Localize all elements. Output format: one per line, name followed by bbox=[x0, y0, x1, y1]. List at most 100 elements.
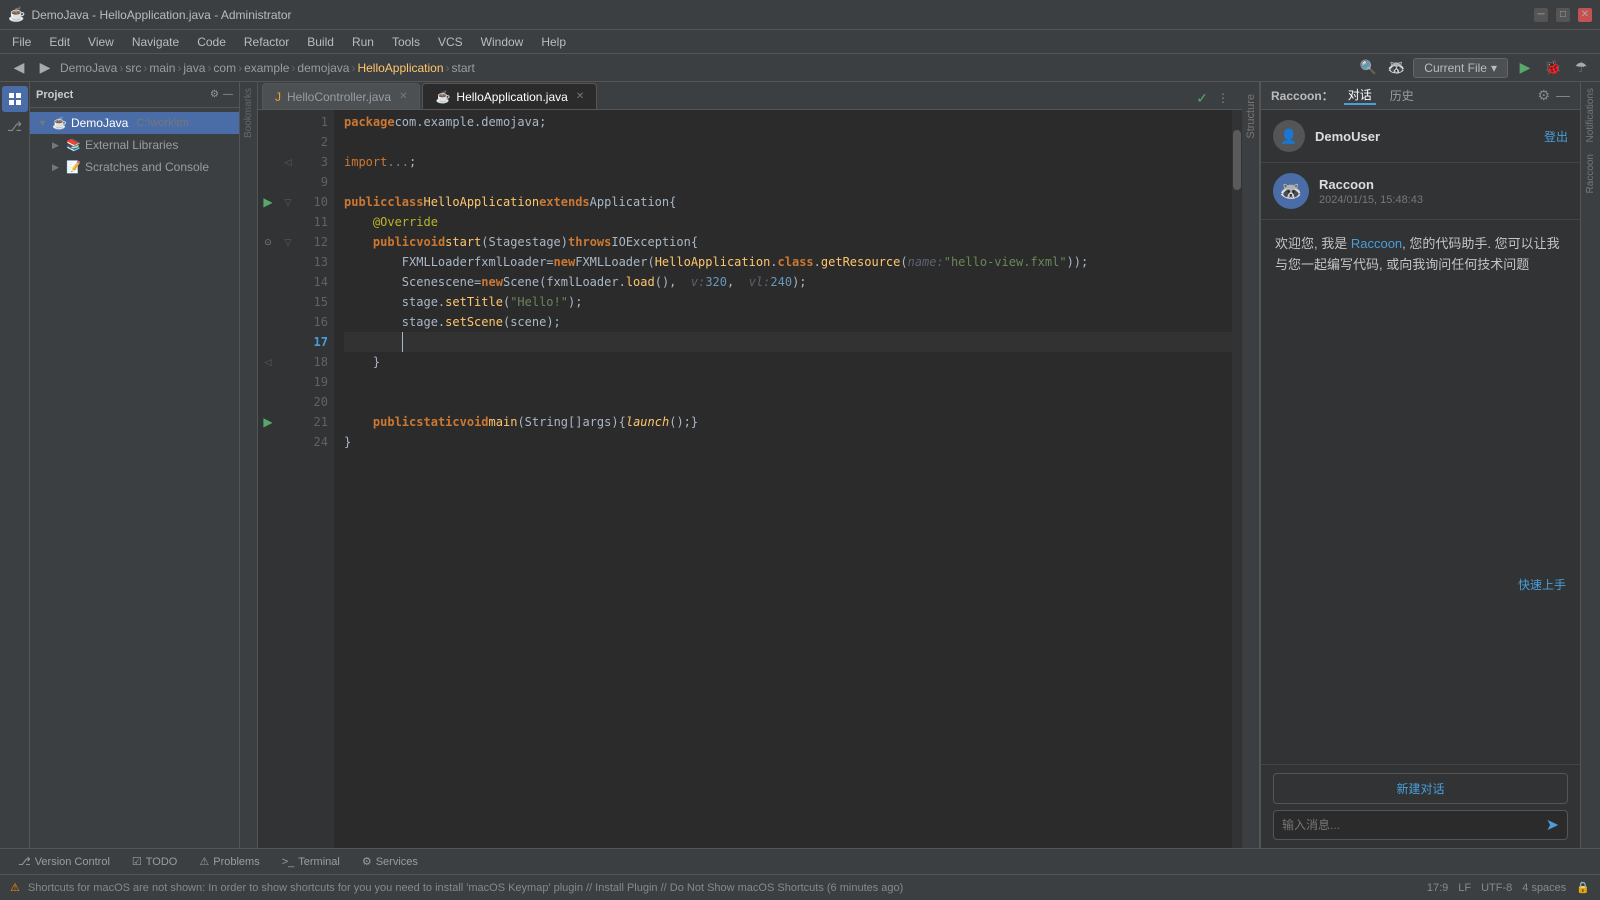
bookmarks-label[interactable]: Bookmarks bbox=[241, 86, 256, 140]
nav-forward-button[interactable]: ▶ bbox=[34, 57, 56, 79]
raccoon-tab-history[interactable]: 历史 bbox=[1386, 87, 1418, 104]
left-side-strip: ⎇ bbox=[0, 82, 30, 848]
menu-tools[interactable]: Tools bbox=[384, 33, 428, 51]
line-number-1: 1 bbox=[298, 115, 334, 129]
project-collapse-icon[interactable]: — bbox=[223, 89, 233, 100]
coverage-button[interactable]: ☂ bbox=[1570, 57, 1592, 79]
cursor-position[interactable]: 17:9 bbox=[1427, 882, 1448, 894]
breadcrumb-main[interactable]: main bbox=[149, 61, 175, 75]
new-chat-button[interactable]: 新建对话 bbox=[1273, 773, 1568, 804]
raccoon-bot-section: 🦝 Raccoon 2024/01/15, 15:48:43 bbox=[1261, 163, 1580, 220]
nav-search-button[interactable]: 🔍 bbox=[1357, 57, 1379, 79]
menu-window[interactable]: Window bbox=[473, 33, 532, 51]
project-panel-toggle[interactable] bbox=[2, 86, 28, 112]
tab-helloapplication-close[interactable]: ✕ bbox=[576, 91, 584, 102]
bottom-tab-vcs[interactable]: ⎇ Version Control bbox=[8, 851, 120, 873]
logout-button[interactable]: 登出 bbox=[1544, 128, 1568, 145]
scratches-item[interactable]: ▶ 📝 Scratches and Console bbox=[30, 156, 239, 178]
line-number-20: 20 bbox=[298, 395, 334, 409]
run-button[interactable]: ▶ bbox=[1514, 57, 1536, 79]
current-file-dropdown[interactable]: Current File ▾ bbox=[1413, 58, 1508, 78]
menu-help[interactable]: Help bbox=[533, 33, 574, 51]
menu-file[interactable]: File bbox=[4, 33, 39, 51]
menu-view[interactable]: View bbox=[80, 33, 122, 51]
code-line-21: public static void main(String[] args) {… bbox=[344, 412, 1232, 432]
debug-button[interactable]: 🐞 bbox=[1542, 57, 1564, 79]
bottom-tab-todo[interactable]: ☑ TODO bbox=[122, 851, 187, 873]
commit-panel-toggle[interactable]: ⎇ bbox=[2, 114, 28, 140]
breadcrumb-method[interactable]: start bbox=[452, 61, 475, 75]
tab-hellocontroller-close[interactable]: ✕ bbox=[399, 91, 407, 102]
menu-build[interactable]: Build bbox=[299, 33, 342, 51]
close-button[interactable]: ✕ bbox=[1578, 8, 1592, 22]
lock-icon: 🔒 bbox=[1576, 881, 1590, 894]
notifications-label[interactable]: Notifications bbox=[1583, 82, 1598, 148]
collapse-icon-12[interactable]: ▽ bbox=[278, 232, 298, 252]
menu-code[interactable]: Code bbox=[189, 33, 234, 51]
project-panel: Project ⚙ — ▼ ☕ DemoJava C:\work\tm ▶ 📚 … bbox=[30, 82, 240, 848]
line-number-21: 21 bbox=[298, 415, 334, 429]
raccoon-chat-area: 欢迎您, 我是 Raccoon, 您的代码助手. 您可以让我与您一起编写代码, … bbox=[1261, 220, 1580, 764]
external-libraries-item[interactable]: ▶ 📚 External Libraries bbox=[30, 134, 239, 156]
project-root-item[interactable]: ▼ ☕ DemoJava C:\work\tm bbox=[30, 112, 239, 134]
breadcrumb-src[interactable]: src bbox=[125, 61, 141, 75]
chevron-down-icon: ▾ bbox=[1491, 61, 1497, 75]
menu-refactor[interactable]: Refactor bbox=[236, 33, 297, 51]
nav-back-button[interactable]: ◀ bbox=[8, 57, 30, 79]
line-ending[interactable]: LF bbox=[1458, 882, 1471, 894]
chat-send-button[interactable]: ➤ bbox=[1546, 815, 1559, 835]
gutter-icon-2: · bbox=[278, 112, 298, 132]
tab-hellocontroller[interactable]: J HelloController.java ✕ bbox=[262, 83, 420, 109]
run-icon-10[interactable]: ▶ bbox=[258, 192, 278, 212]
project-root-label: DemoJava bbox=[71, 116, 128, 130]
minimize-button[interactable]: ─ bbox=[1534, 8, 1548, 22]
line-number-24: 24 bbox=[298, 435, 334, 449]
bottom-tab-terminal[interactable]: >_ Terminal bbox=[272, 851, 350, 873]
project-header-label: Project bbox=[36, 89, 73, 101]
collapse-icon-10[interactable]: ▽ bbox=[278, 192, 298, 212]
encoding[interactable]: UTF-8 bbox=[1481, 882, 1512, 894]
raccoon-settings-icon[interactable]: ⚙ bbox=[1537, 87, 1550, 104]
code-editor[interactable]: package com.example.demojava; import ...… bbox=[334, 110, 1232, 848]
structure-label[interactable]: Structure bbox=[1245, 86, 1257, 147]
recent-files-button[interactable]: ⋮ bbox=[1212, 87, 1234, 109]
editor-scrollbar[interactable] bbox=[1232, 110, 1242, 848]
indent-size[interactable]: 4 spaces bbox=[1522, 882, 1566, 894]
breadcrumb-example[interactable]: example bbox=[244, 61, 289, 75]
tab-helloapplication[interactable]: ☕ HelloApplication.java ✕ bbox=[422, 83, 597, 109]
nav-raccoon-button[interactable]: 🦝 bbox=[1385, 57, 1407, 79]
menu-run[interactable]: Run bbox=[344, 33, 382, 51]
bottom-tab-services[interactable]: ⚙ Services bbox=[352, 851, 428, 873]
breadcrumb-java[interactable]: java bbox=[183, 61, 205, 75]
breadcrumb: DemoJava › src › main › java › com › exa… bbox=[60, 61, 475, 75]
menu-vcs[interactable]: VCS bbox=[430, 33, 471, 51]
chat-input[interactable] bbox=[1282, 818, 1540, 832]
menu-navigate[interactable]: Navigate bbox=[124, 33, 187, 51]
code-line-17 bbox=[344, 332, 1232, 352]
raccoon-collapse-icon[interactable]: — bbox=[1556, 87, 1570, 104]
code-line-18: } bbox=[344, 352, 1232, 372]
run-icon-21[interactable]: ▶ bbox=[258, 412, 278, 432]
menu-edit[interactable]: Edit bbox=[41, 33, 78, 51]
project-settings-icon[interactable]: ⚙ bbox=[210, 89, 219, 100]
line-number-9: 9 bbox=[298, 175, 334, 189]
maximize-button[interactable]: □ bbox=[1556, 8, 1570, 22]
breadcrumb-app[interactable]: DemoJava bbox=[60, 61, 117, 75]
raccoon-name-highlight: Raccoon bbox=[1351, 236, 1402, 251]
code-line-13: FXMLLoader fxmlLoader = new FXMLLoader(H… bbox=[344, 252, 1232, 272]
breadcrumb-com[interactable]: com bbox=[213, 61, 236, 75]
breadcrumb-demojava[interactable]: demojava bbox=[297, 61, 349, 75]
services-icon: ⚙ bbox=[362, 855, 372, 868]
collapse-icon-3[interactable]: ◁ bbox=[278, 152, 298, 172]
far-right-strip: Notifications Raccoon bbox=[1580, 82, 1600, 848]
line-number-15: 15 bbox=[298, 295, 334, 309]
bottom-tab-problems[interactable]: ⚠ Problems bbox=[189, 851, 269, 873]
raccoon-header: Raccoon： 对话 历史 ⚙ — bbox=[1261, 82, 1580, 110]
breadcrumb-class[interactable]: HelloApplication bbox=[357, 61, 443, 75]
scroll-thumb[interactable] bbox=[1233, 130, 1241, 190]
raccoon-side-label[interactable]: Raccoon bbox=[1583, 148, 1598, 199]
bottom-tabs: ⎇ Version Control ☑ TODO ⚠ Problems >_ T… bbox=[0, 848, 1600, 874]
quick-start-link[interactable]: 快速上手 bbox=[1518, 578, 1566, 592]
raccoon-tab-chat[interactable]: 对话 bbox=[1344, 86, 1376, 105]
tree-arrow-icon: ▶ bbox=[52, 162, 62, 173]
